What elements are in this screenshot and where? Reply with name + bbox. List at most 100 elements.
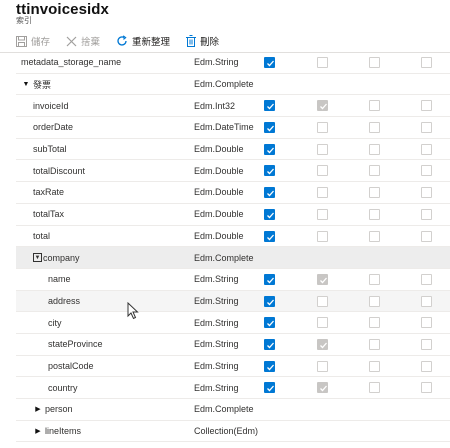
attribute-checkbox[interactable] [421,208,432,220]
table-row[interactable]: orderDate Edm.DateTime [16,117,450,139]
attribute-checkbox[interactable] [421,317,432,329]
attribute-checkbox[interactable] [421,122,432,134]
attribute-checkbox[interactable] [421,295,432,307]
attribute-checkbox[interactable] [264,122,275,134]
field-name: name [48,274,71,285]
save-button[interactable]: 儲存 [16,34,50,48]
attribute-checkbox[interactable] [317,208,328,220]
attribute-checkbox[interactable] [264,338,275,350]
attribute-checkbox[interactable] [421,187,432,199]
attribute-checkbox[interactable] [264,317,275,329]
field-name-cell: ▶ lineItems [33,421,81,442]
attribute-checkbox[interactable] [369,208,380,220]
attribute-checkbox[interactable] [369,57,380,68]
table-row[interactable]: ▼ company Edm.Complete [16,247,450,269]
attribute-checkbox[interactable] [369,295,380,307]
attribute-checkbox[interactable] [369,100,380,112]
attribute-checkbox[interactable] [317,165,328,177]
attribute-checkbox[interactable] [264,360,275,372]
field-type: Edm.String [194,360,239,371]
field-name: total [33,230,51,241]
attribute-checkbox[interactable] [421,230,432,242]
attribute-checkbox[interactable] [317,295,328,307]
attribute-checkbox[interactable] [369,360,380,372]
field-type: Edm.String [194,382,239,393]
attribute-checkbox[interactable] [264,230,275,242]
table-row[interactable]: totalDiscount Edm.Double [16,160,450,183]
table-row[interactable]: total Edm.Double [16,226,450,248]
field-type: Edm.Double [194,230,244,241]
attribute-checkbox[interactable] [317,187,328,199]
attribute-checkbox[interactable] [369,230,380,242]
table-row[interactable]: city Edm.String [16,312,450,334]
field-name-cell: totalTax [33,204,64,225]
field-name-cell: totalDiscount [33,160,85,181]
table-row[interactable]: totalTax Edm.Double [16,204,450,226]
field-name-cell: total [33,226,50,247]
table-row[interactable]: ▼ 發票 Edm.Complete [16,74,450,96]
table-row[interactable]: address Edm.String [16,290,450,313]
attribute-checkbox[interactable] [421,57,432,68]
field-name-cell: subTotal [33,139,67,160]
chevron-right-icon[interactable]: ▶ [33,405,43,413]
chevron-down-icon[interactable]: ▼ [21,81,31,88]
attribute-checkbox[interactable] [421,382,432,394]
field-type: Edm.String [194,295,239,306]
attribute-checkbox[interactable] [317,317,328,329]
attribute-checkbox[interactable] [421,338,432,350]
attribute-checkbox[interactable] [264,273,275,285]
table-row[interactable]: taxRate Edm.Double [16,182,450,204]
field-type: Edm.Double [194,209,244,220]
attribute-checkbox[interactable] [317,57,328,68]
attribute-checkbox[interactable] [264,165,275,177]
table-row[interactable]: name Edm.String [16,269,450,291]
attribute-checkbox[interactable] [317,122,328,134]
chevron-right-icon[interactable]: ▶ [33,427,43,435]
table-row[interactable]: ▶ person Edm.Complete [16,399,450,421]
field-type: Edm.String [194,339,239,350]
attribute-checkbox[interactable] [317,143,328,155]
table-row[interactable]: postalCode Edm.String [16,356,450,378]
attribute-checkbox[interactable] [369,122,380,134]
field-type: Collection(Edm) [194,426,259,437]
table-row[interactable]: country Edm.String [16,377,450,399]
field-type: Edm.Complete [194,252,254,263]
table-row[interactable]: stateProvince Edm.String [16,334,450,356]
field-name: totalDiscount [33,165,86,176]
table-row[interactable]: metadata_storage_name Edm.String [16,52,450,74]
field-name: 發票 [33,79,52,90]
attribute-checkbox[interactable] [421,100,432,112]
field-name: person [45,404,73,415]
attribute-checkbox[interactable] [369,382,380,394]
attribute-checkbox[interactable] [264,57,275,68]
attribute-checkbox[interactable] [369,143,380,155]
attribute-checkbox[interactable] [264,382,275,394]
attribute-checkbox[interactable] [264,295,275,307]
discard-button[interactable]: 捨棄 [66,34,100,48]
field-name-cell: invoiceId [33,95,69,116]
field-name-cell: taxRate [33,182,64,203]
attribute-checkbox[interactable] [369,187,380,199]
table-row[interactable]: invoiceId Edm.Int32 [16,95,450,118]
attribute-checkbox[interactable] [421,360,432,372]
attribute-checkbox[interactable] [264,100,275,112]
field-name: stateProvince [48,339,103,350]
attribute-checkbox[interactable] [369,338,380,350]
delete-button[interactable]: 刪除 [186,34,219,48]
attribute-checkbox[interactable] [317,360,328,372]
attribute-checkbox[interactable] [369,273,380,285]
attribute-checkbox[interactable] [264,143,275,155]
attribute-checkbox[interactable] [264,208,275,220]
attribute-checkbox[interactable] [264,187,275,199]
field-name: totalTax [33,209,65,220]
table-row[interactable]: subTotal Edm.Double [16,139,450,161]
attribute-checkbox[interactable] [421,143,432,155]
attribute-checkbox[interactable] [421,273,432,285]
refresh-button[interactable]: 重新整理 [116,34,170,48]
table-row[interactable]: ▶ lineItems Collection(Edm) [16,421,450,443]
attribute-checkbox[interactable] [369,317,380,329]
attribute-checkbox[interactable] [317,230,328,242]
attribute-checkbox[interactable] [369,165,380,177]
attribute-checkbox[interactable] [421,165,432,177]
chevron-down-icon[interactable]: ▼ [33,253,42,263]
